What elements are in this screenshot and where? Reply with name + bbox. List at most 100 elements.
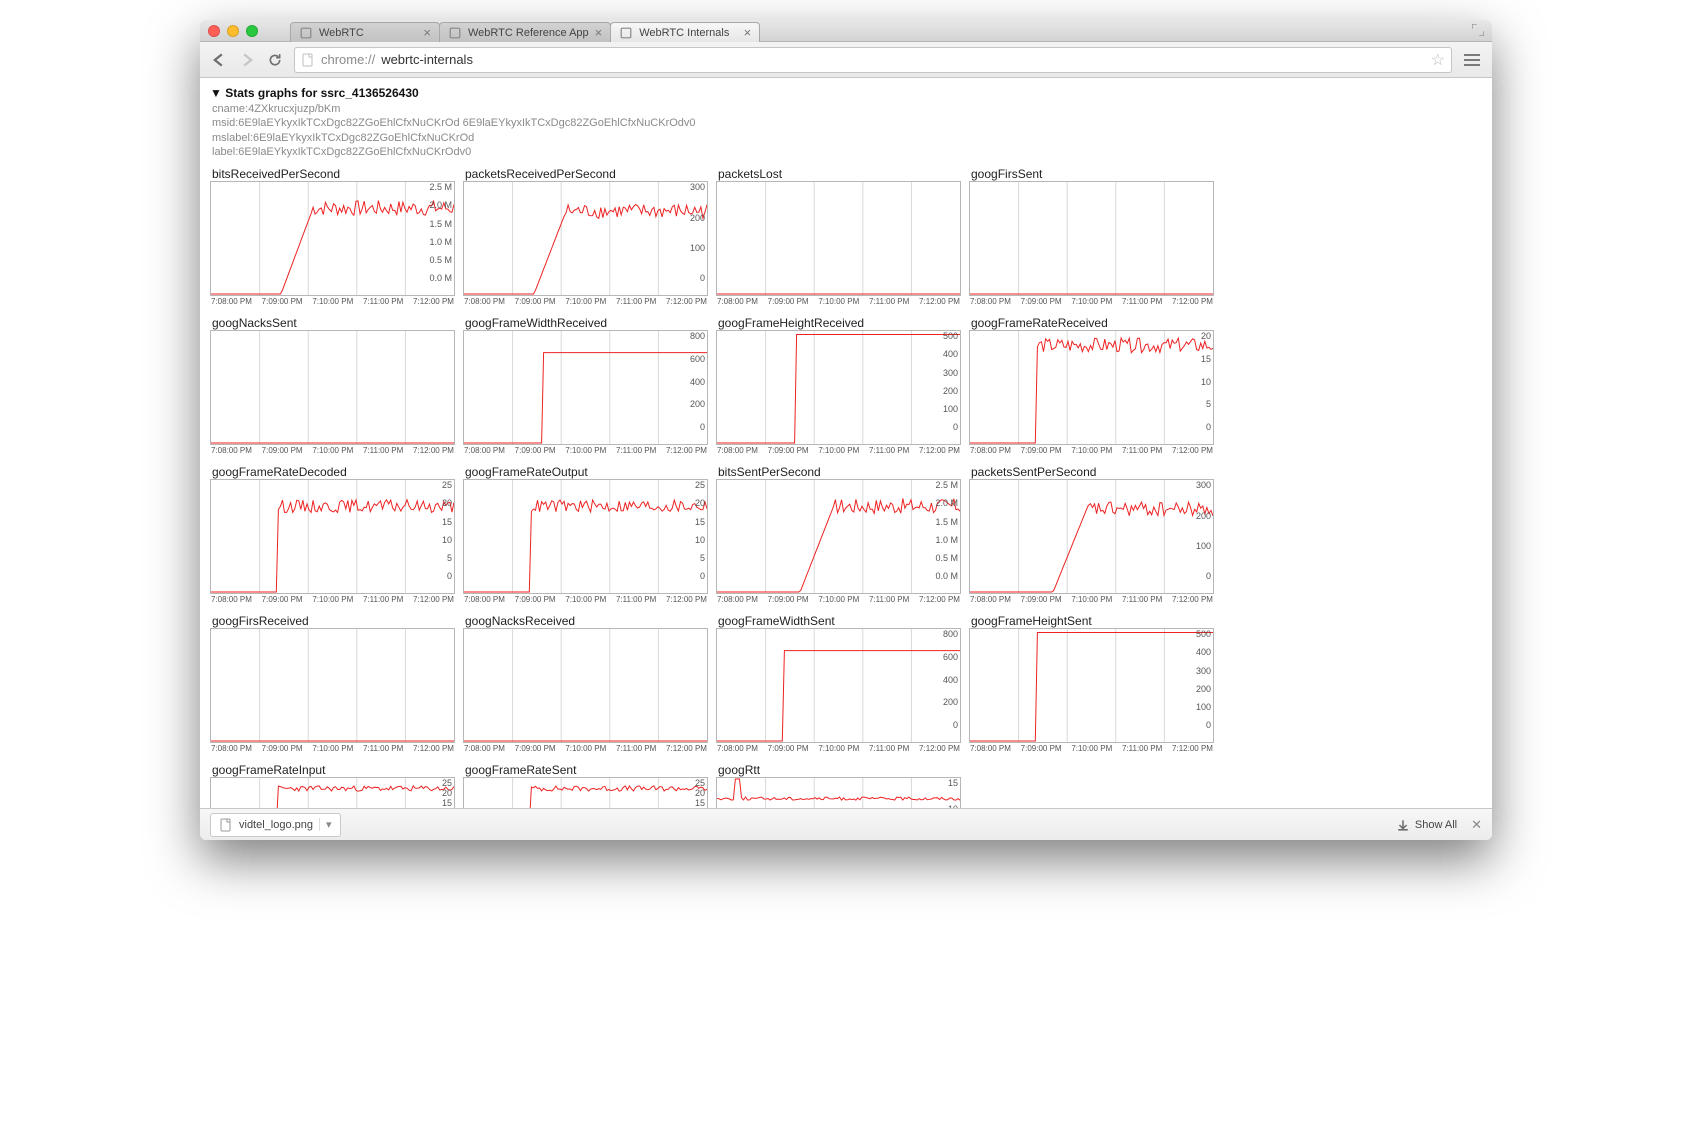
chart-title: googFrameHeightReceived (718, 316, 961, 330)
y-axis-labels: 25201510 (442, 778, 452, 808)
browser-window: WebRTC×WebRTC Reference App×WebRTC Inter… (200, 20, 1492, 840)
chart-title: googNacksReceived (465, 614, 708, 628)
favicon-icon (619, 26, 633, 40)
chart-title: googFrameHeightSent (971, 614, 1214, 628)
url-scheme: chrome:// (321, 52, 375, 67)
download-item[interactable]: vidtel_logo.png ▾ (210, 813, 341, 837)
x-axis-labels: 7:08:00 PM7:09:00 PM7:10:00 PM7:11:00 PM… (463, 446, 708, 455)
browser-tab[interactable]: WebRTC Reference App × (439, 22, 611, 42)
plot-area: 5004003002001000 (716, 330, 961, 445)
chart-googFrameWidthSent: googFrameWidthSent 8006004002000 7:08:00… (716, 612, 961, 753)
chart-googFrameWidthReceived: googFrameWidthReceived 8006004002000 7:0… (463, 314, 708, 455)
y-axis-labels: 5004003002001000 (943, 331, 958, 432)
y-axis-labels: 8006004002000 (690, 331, 705, 432)
meta-line: msid:6E9laEYkyxIkTCxDgc82ZGoEhlCfxNuCKrO… (212, 116, 1482, 130)
close-downloads-bar-icon[interactable]: ✕ (1471, 817, 1482, 833)
x-axis-labels: 7:08:00 PM7:09:00 PM7:10:00 PM7:11:00 PM… (716, 595, 961, 604)
y-axis-labels: 2.5 M2.0 M1.5 M1.0 M0.5 M0.0 M (935, 480, 958, 581)
chart-googFrameRateInput: googFrameRateInput 25201510 (210, 761, 455, 808)
chart-packetsSentPerSecond: packetsSentPerSecond 3002001000 7:08:00 … (969, 463, 1214, 604)
page-icon (301, 53, 315, 67)
file-icon (219, 818, 233, 832)
x-axis-labels: 7:08:00 PM7:09:00 PM7:10:00 PM7:11:00 PM… (969, 297, 1214, 306)
meta-line: mslabel:6E9laEYkyxIkTCxDgc82ZGoEhlCfxNuC… (212, 131, 1482, 145)
chart-title: googFrameWidthReceived (465, 316, 708, 330)
close-tab-icon[interactable]: × (595, 25, 603, 40)
chart-title: googFirsSent (971, 167, 1214, 181)
plot-area: 3002001000 (969, 479, 1214, 594)
plot-area: 25201510 (210, 777, 455, 808)
plot-area: 2520151050 (210, 479, 455, 594)
chart-googFrameRateSent: googFrameRateSent 25201510 (463, 761, 708, 808)
y-axis-labels: 2.5 M2.0 M1.5 M1.0 M0.5 M0.0 M (429, 182, 452, 283)
chrome-menu-button[interactable] (1462, 54, 1482, 66)
x-axis-labels: 7:08:00 PM7:09:00 PM7:10:00 PM7:11:00 PM… (210, 595, 455, 604)
download-chevron-icon[interactable]: ▾ (319, 818, 332, 831)
toolbar: chrome:// webrtc-internals ☆ (200, 42, 1492, 78)
reload-button[interactable] (266, 51, 284, 69)
chart-title: googRtt (718, 763, 961, 777)
page-content: Stats graphs for ssrc_4136526430 cname:4… (200, 78, 1492, 808)
browser-tab[interactable]: WebRTC Internals× (610, 22, 760, 42)
plot-area: 8006004002000 (463, 330, 708, 445)
favicon-icon (299, 26, 313, 40)
bookmark-star-icon[interactable]: ☆ (1431, 50, 1445, 70)
plot-area (210, 330, 455, 445)
meta-line: label:6E9laEYkyxIkTCxDgc82ZGoEhlCfxNuCKr… (212, 145, 1482, 159)
x-axis-labels: 7:08:00 PM7:09:00 PM7:10:00 PM7:11:00 PM… (210, 744, 455, 753)
y-axis-labels: 3002001000 (690, 182, 705, 283)
x-axis-labels: 7:08:00 PM7:09:00 PM7:10:00 PM7:11:00 PM… (210, 297, 455, 306)
address-bar[interactable]: chrome:// webrtc-internals ☆ (294, 47, 1452, 73)
chart-googFirsSent: googFirsSent 7:08:00 PM7:09:00 PM7:10:00… (969, 165, 1214, 306)
plot-area: 25201510 (463, 777, 708, 808)
x-axis-labels: 7:08:00 PM7:09:00 PM7:10:00 PM7:11:00 PM… (969, 595, 1214, 604)
plot-area: 2.5 M2.0 M1.5 M1.0 M0.5 M0.0 M (716, 479, 961, 594)
plot-area: 3002001000 (463, 181, 708, 296)
chart-title: googFrameWidthSent (718, 614, 961, 628)
y-axis-labels: 20151050 (1201, 331, 1211, 432)
plot-area: 8006004002000 (716, 628, 961, 743)
chart-googNacksReceived: googNacksReceived 7:08:00 PM7:09:00 PM7:… (463, 612, 708, 753)
download-filename: vidtel_logo.png (239, 819, 313, 831)
url-path: webrtc-internals (381, 52, 473, 67)
chart-googRtt: googRtt 1510 (716, 761, 961, 808)
chart-title: packetsReceivedPerSecond (465, 167, 708, 181)
charts-grid: bitsReceivedPerSecond 2.5 M2.0 M1.5 M1.0… (210, 165, 1482, 808)
downloads-bar: vidtel_logo.png ▾ Show All ✕ (200, 808, 1492, 840)
x-axis-labels: 7:08:00 PM7:09:00 PM7:10:00 PM7:11:00 PM… (969, 446, 1214, 455)
download-arrow-icon (1397, 819, 1409, 831)
section-meta: cname:4ZXkrucxjuzp/bKmmsid:6E9laEYkyxIkT… (212, 102, 1482, 159)
show-all-downloads-button[interactable]: Show All (1397, 819, 1457, 831)
chart-googNacksSent: googNacksSent 7:08:00 PM7:09:00 PM7:10:0… (210, 314, 455, 455)
chart-googFrameHeightSent: googFrameHeightSent 5004003002001000 7:0… (969, 612, 1214, 753)
plot-area (463, 628, 708, 743)
chart-googFrameRateOutput: googFrameRateOutput 2520151050 7:08:00 P… (463, 463, 708, 604)
tab-strip: WebRTC×WebRTC Reference App×WebRTC Inter… (200, 20, 1492, 42)
chart-bitsReceivedPerSecond: bitsReceivedPerSecond 2.5 M2.0 M1.5 M1.0… (210, 165, 455, 306)
plot-area: 2520151050 (463, 479, 708, 594)
forward-button[interactable] (238, 51, 256, 69)
chart-title: googFrameRateInput (212, 763, 455, 777)
y-axis-labels: 25201510 (695, 778, 705, 808)
close-tab-icon[interactable]: × (744, 25, 752, 40)
y-axis-labels: 2520151050 (442, 480, 452, 581)
back-button[interactable] (210, 51, 228, 69)
close-tab-icon[interactable]: × (423, 25, 431, 40)
chart-googFrameRateDecoded: googFrameRateDecoded 2520151050 7:08:00 … (210, 463, 455, 604)
browser-tab[interactable]: WebRTC× (290, 22, 440, 42)
x-axis-labels: 7:08:00 PM7:09:00 PM7:10:00 PM7:11:00 PM… (210, 446, 455, 455)
chart-packetsReceivedPerSecond: packetsReceivedPerSecond 3002001000 7:08… (463, 165, 708, 306)
tab-label: WebRTC Reference App (468, 27, 589, 39)
chart-title: packetsSentPerSecond (971, 465, 1214, 479)
plot-area: 20151050 (969, 330, 1214, 445)
chart-title: packetsLost (718, 167, 961, 181)
chart-title: googNacksSent (212, 316, 455, 330)
plot-area: 5004003002001000 (969, 628, 1214, 743)
chart-title: bitsReceivedPerSecond (212, 167, 455, 181)
x-axis-labels: 7:08:00 PM7:09:00 PM7:10:00 PM7:11:00 PM… (716, 446, 961, 455)
y-axis-labels: 8006004002000 (943, 629, 958, 730)
chart-title: bitsSentPerSecond (718, 465, 961, 479)
section-title[interactable]: Stats graphs for ssrc_4136526430 (210, 86, 1482, 100)
plot-area: 2.5 M2.0 M1.5 M1.0 M0.5 M0.0 M (210, 181, 455, 296)
x-axis-labels: 7:08:00 PM7:09:00 PM7:10:00 PM7:11:00 PM… (463, 744, 708, 753)
